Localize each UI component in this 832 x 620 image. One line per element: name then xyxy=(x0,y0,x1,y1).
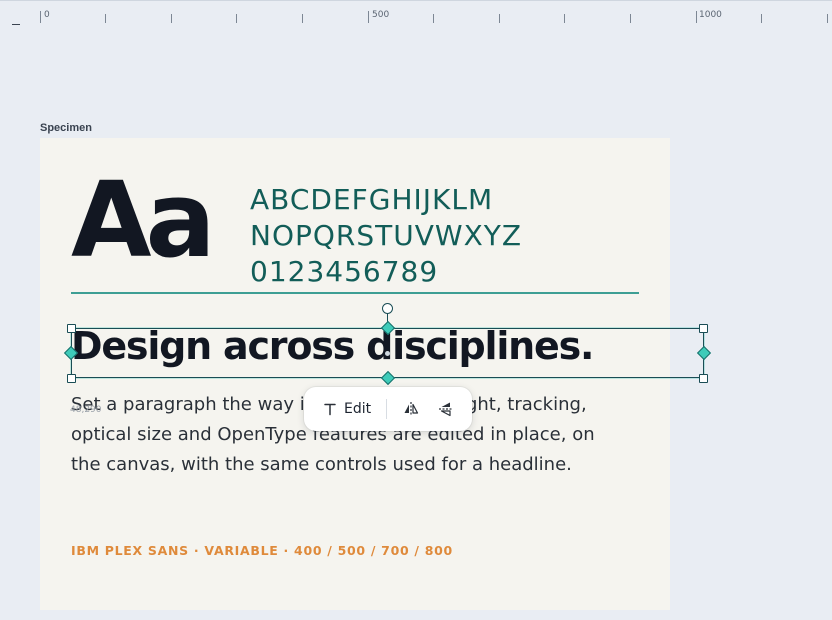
edit-label: Edit xyxy=(344,401,372,417)
resize-handle-bottom-left[interactable] xyxy=(67,374,76,383)
toolbar-separator xyxy=(386,399,388,419)
resize-handle-top-right[interactable] xyxy=(699,324,708,333)
horizontal-ruler: 0 500 1000 xyxy=(0,0,832,26)
edit-text-button[interactable]: Edit xyxy=(323,401,371,417)
flip-vertical-icon xyxy=(439,402,454,417)
ruler-tick xyxy=(630,14,631,23)
ruler-tick xyxy=(368,11,369,23)
ruler-tick xyxy=(499,14,500,23)
ruler-tick xyxy=(827,14,828,23)
ruler-tick xyxy=(433,14,434,23)
rotate-handle[interactable] xyxy=(382,303,393,314)
ruler-label-500: 500 xyxy=(372,10,390,20)
flip-horizontal-icon xyxy=(404,402,419,416)
frame-label[interactable]: Specimen xyxy=(40,122,92,134)
specimen-big-glyph[interactable]: Aa xyxy=(71,168,216,272)
specimen-divider xyxy=(71,292,639,294)
flip-horizontal-button[interactable] xyxy=(399,397,423,421)
resize-handle-bottom-right[interactable] xyxy=(699,374,708,383)
floating-text-toolbar: Edit xyxy=(304,387,472,431)
ruler-tick xyxy=(105,14,106,23)
ruler-tick xyxy=(171,14,172,23)
font-caption[interactable]: IBM PLEX SANS · VARIABLE · 400 / 500 / 7… xyxy=(71,543,453,558)
ruler-tick xyxy=(302,14,303,23)
glyph-row-uppercase-1[interactable]: ABCDEFGHIJKLM xyxy=(250,186,493,214)
ruler-label-0: 0 xyxy=(44,10,50,20)
ruler-tick xyxy=(761,14,762,23)
glyph-row-uppercase-2[interactable]: NOPQRSTUVWXYZ xyxy=(250,222,522,250)
ruler-tick xyxy=(696,11,697,23)
resize-handle-top-left[interactable] xyxy=(67,324,76,333)
flip-vertical-button[interactable] xyxy=(434,397,458,421)
text-icon xyxy=(324,403,336,416)
glyph-row-digits[interactable]: 0123456789 xyxy=(250,258,438,286)
ruler-tick xyxy=(564,14,565,23)
ruler-tick xyxy=(236,14,237,23)
ruler-label-1000: 1000 xyxy=(699,10,722,20)
selection-center-point xyxy=(385,351,390,356)
ruler-tick xyxy=(40,11,41,23)
ruler-corner-mark xyxy=(12,24,20,25)
coordinate-readout: 48,290 xyxy=(70,405,102,415)
